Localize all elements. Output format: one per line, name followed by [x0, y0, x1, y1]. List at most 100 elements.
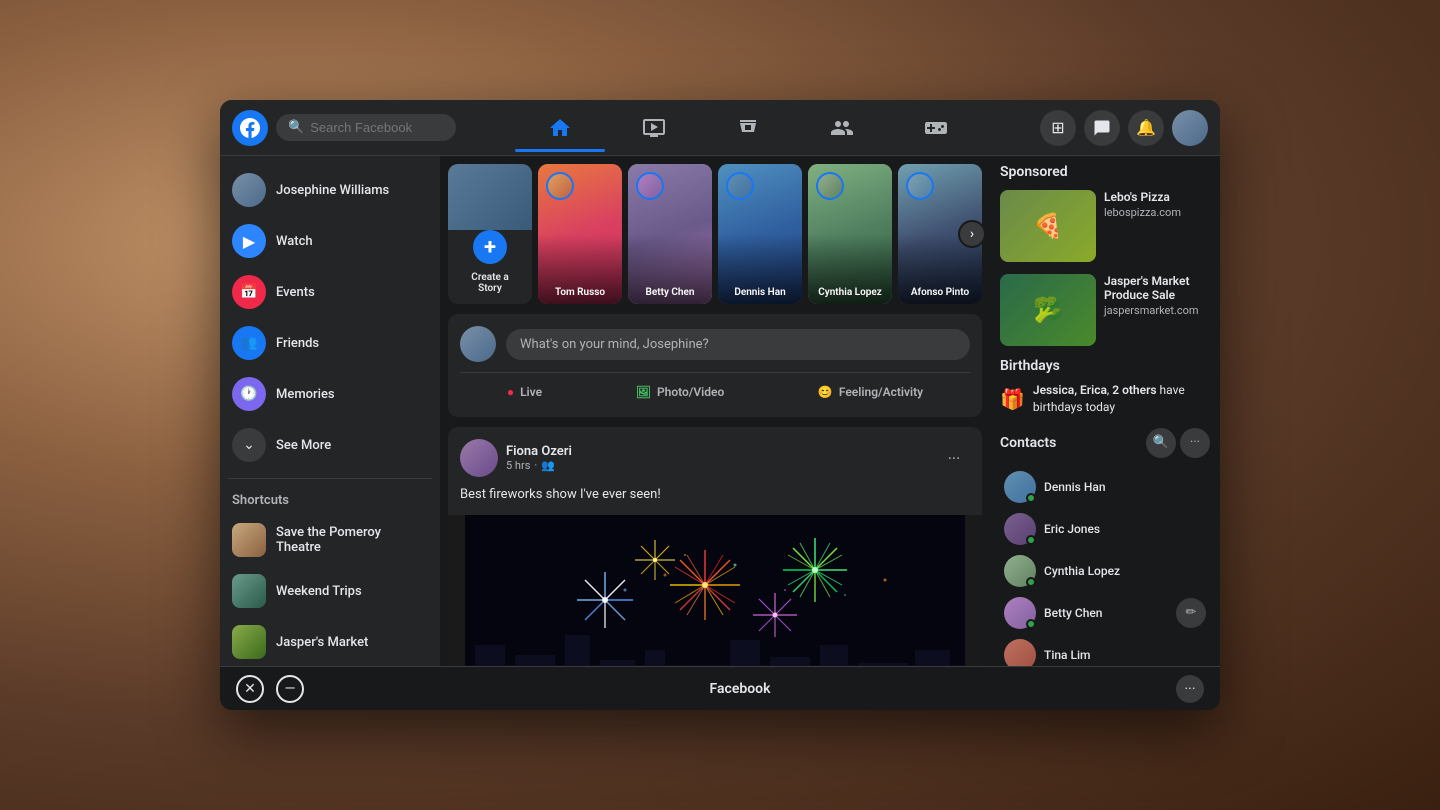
contacts-more-button[interactable]: ··· — [1180, 428, 1210, 458]
birthday-item: 🎁 Jessica, Erica, 2 others have birthday… — [1000, 382, 1210, 416]
see-more-label: See More — [276, 438, 331, 453]
contact-tina-lim[interactable]: Tina Lim — [1000, 634, 1210, 666]
story-tom-russo[interactable]: Tom Russo — [538, 164, 622, 304]
right-sidebar: Sponsored 🍕 Lebo's Pizza lebospizza.com … — [990, 156, 1220, 666]
shortcut-jaspers-market[interactable]: Jasper's Market — [224, 617, 436, 666]
sidebar-item-events[interactable]: 📅 Events — [224, 267, 436, 317]
events-label: Events — [276, 285, 315, 300]
story-dennis-han[interactable]: Dennis Han — [718, 164, 802, 304]
messenger-button[interactable] — [1084, 110, 1120, 146]
post-visibility-icon: 👥 — [541, 459, 555, 472]
post-card-fiona: Fiona Ozeri 5 hrs · 👥 ··· Best fireworks… — [448, 427, 982, 666]
close-button[interactable]: ✕ — [236, 675, 264, 703]
create-story-label: Create aStory — [471, 272, 508, 294]
topbar-actions: ⊞ 🔔 — [1040, 110, 1208, 146]
create-story-card[interactable]: + Create aStory — [448, 164, 532, 304]
story-cynthia-lopez[interactable]: Cynthia Lopez — [808, 164, 892, 304]
contacts-search-button[interactable]: 🔍 — [1146, 428, 1176, 458]
facebook-logo[interactable] — [232, 110, 268, 146]
sidebar-item-watch[interactable]: ▶ Watch — [224, 216, 436, 266]
facebook-window: 🔍 — [220, 100, 1220, 710]
ad-img-lebos: 🍕 — [1000, 190, 1096, 262]
story-avatar-dennis — [726, 172, 754, 200]
tab-gaming[interactable] — [891, 104, 981, 152]
create-story-plus-icon: + — [473, 230, 507, 264]
profile-avatar-button[interactable] — [1172, 110, 1208, 146]
ad-lebos-pizza[interactable]: 🍕 Lebo's Pizza lebospizza.com — [1000, 190, 1210, 262]
online-indicator-eric — [1026, 535, 1036, 545]
events-icon: 📅 — [232, 275, 266, 309]
center-feed: + Create aStory Tom Russo Betty Chen — [440, 156, 990, 666]
story-name-dennis: Dennis Han — [718, 287, 802, 298]
shortcut-thumb-weekend — [232, 574, 266, 608]
composer-actions: ● Live 🖼 Photo/Video 😊 Feeling/Activity — [460, 379, 970, 405]
nav-see-more[interactable]: ⌄ See More — [224, 420, 436, 470]
post-more-button[interactable]: ··· — [938, 442, 970, 474]
search-input[interactable] — [310, 120, 444, 135]
watch-label: Watch — [276, 234, 313, 249]
contact-name-betty: Betty Chen — [1044, 606, 1102, 620]
contact-dennis-han[interactable]: Dennis Han — [1000, 466, 1210, 508]
apps-button[interactable]: ⊞ — [1040, 110, 1076, 146]
post-image — [448, 515, 982, 667]
sidebar-divider — [228, 478, 432, 479]
stories-next-button[interactable]: › — [958, 220, 986, 248]
story-name-tom: Tom Russo — [538, 287, 622, 298]
composer-input[interactable]: What's on your mind, Josephine? — [506, 329, 970, 360]
ad-img-jaspers: 🥦 — [1000, 274, 1096, 346]
shortcut-save-pomeroy[interactable]: Save the Pomeroy Theatre — [224, 515, 436, 565]
sidebar-item-memories[interactable]: 🕐 Memories — [224, 369, 436, 419]
photo-icon: 🖼 — [636, 385, 651, 399]
live-label: Live — [520, 385, 542, 399]
post-author-name[interactable]: Fiona Ozeri — [506, 444, 930, 459]
bottom-bar: ✕ — Facebook ··· — [220, 666, 1220, 710]
composer-photo-video[interactable]: 🖼 Photo/Video — [624, 379, 737, 405]
contact-eric-jones[interactable]: Eric Jones — [1000, 508, 1210, 550]
feeling-label: Feeling/Activity — [839, 385, 923, 399]
window-more-button[interactable]: ··· — [1176, 675, 1204, 703]
composer-divider — [460, 372, 970, 373]
photo-label: Photo/Video — [657, 385, 724, 399]
online-indicator-cynthia — [1026, 577, 1036, 587]
post-time: 5 hrs · 👥 — [506, 459, 930, 472]
ad-jaspers-produce[interactable]: 🥦 Jasper's Market Produce Sale jaspersma… — [1000, 274, 1210, 346]
tab-marketplace[interactable] — [703, 104, 793, 152]
shortcuts-header: Shortcuts — [220, 487, 440, 514]
tab-groups[interactable] — [797, 104, 887, 152]
post-meta: Fiona Ozeri 5 hrs · 👥 — [506, 444, 930, 472]
post-author-avatar — [460, 439, 498, 477]
sidebar-item-user[interactable]: Josephine Williams — [224, 165, 436, 215]
ad-url-jaspers: jaspersmarket.com — [1104, 304, 1210, 317]
shortcut-thumb-jaspers — [232, 625, 266, 659]
story-name-cynthia: Cynthia Lopez — [808, 287, 892, 298]
shortcut-label-jaspers: Jasper's Market — [276, 635, 368, 650]
notifications-button[interactable]: 🔔 — [1128, 110, 1164, 146]
story-name-afonso: Afonso Pinto — [898, 287, 982, 298]
tab-home[interactable] — [515, 104, 605, 152]
shortcut-label-weekend: Weekend Trips — [276, 584, 362, 599]
post-composer: What's on your mind, Josephine? ● Live 🖼… — [448, 314, 982, 417]
composer-top: What's on your mind, Josephine? — [460, 326, 970, 362]
tab-watch[interactable] — [609, 104, 699, 152]
memories-label: Memories — [276, 387, 335, 402]
sidebar-item-friends[interactable]: 👥 Friends — [224, 318, 436, 368]
new-message-button[interactable]: ✏ — [1176, 598, 1206, 628]
shortcut-weekend-trips[interactable]: Weekend Trips — [224, 566, 436, 616]
post-text: Best fireworks show I've ever seen! — [448, 485, 982, 515]
fireworks-svg — [448, 515, 982, 667]
shortcut-thumb-pomeroy — [232, 523, 266, 557]
sponsored-header: Sponsored — [1000, 164, 1210, 180]
story-avatar-cynthia — [816, 172, 844, 200]
ad-info-jaspers: Jasper's Market Produce Sale jaspersmark… — [1104, 274, 1210, 346]
story-betty-chen[interactable]: Betty Chen — [628, 164, 712, 304]
composer-live[interactable]: ● Live — [495, 379, 554, 405]
minimize-button[interactable]: — — [276, 675, 304, 703]
left-sidebar: Josephine Williams ▶ Watch 📅 Events 👥 Fr… — [220, 156, 440, 666]
composer-feeling[interactable]: 😊 Feeling/Activity — [806, 379, 935, 405]
birthday-icon: 🎁 — [1000, 387, 1025, 411]
search-box[interactable]: 🔍 — [276, 114, 456, 141]
contact-cynthia-lopez[interactable]: Cynthia Lopez — [1000, 550, 1210, 592]
contact-name-tina: Tina Lim — [1044, 648, 1091, 662]
see-more-icon: ⌄ — [232, 428, 266, 462]
contact-betty-chen[interactable]: Betty Chen ✏ — [1000, 592, 1210, 634]
